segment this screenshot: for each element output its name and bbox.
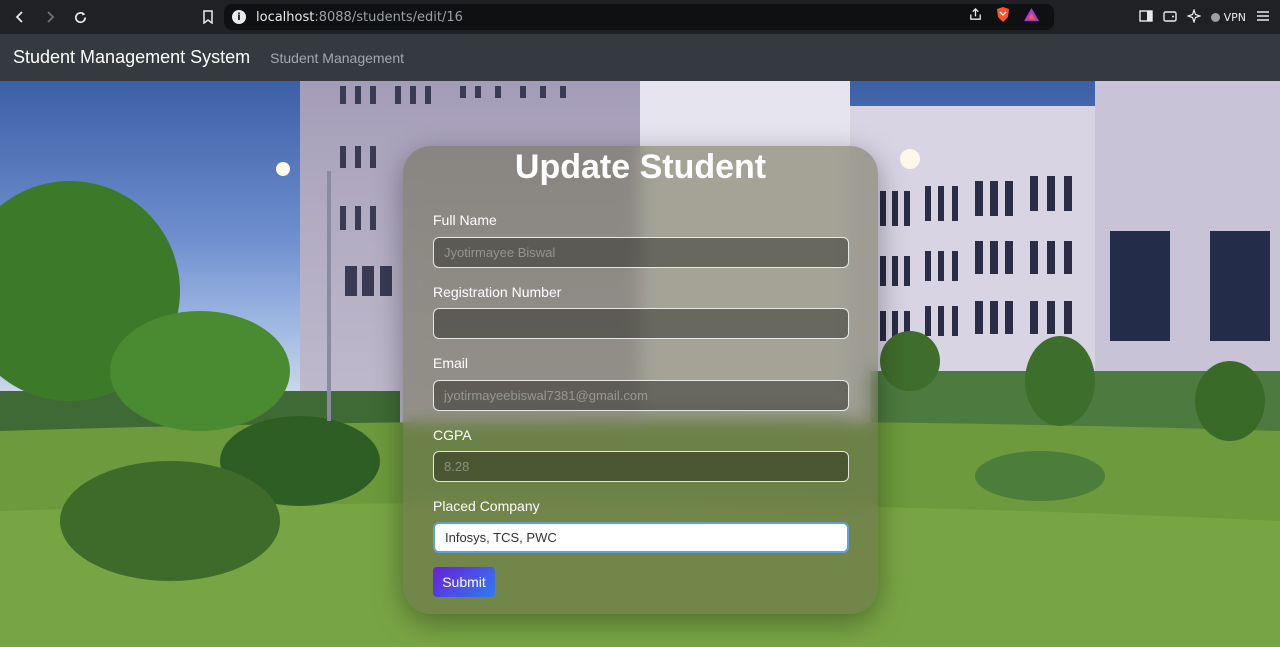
full-name-input[interactable] (433, 237, 849, 268)
app-navbar: Student Management System Student Manage… (0, 34, 1280, 81)
site-info-icon[interactable]: i (232, 10, 246, 24)
email-label: Email (433, 355, 469, 371)
navbar-brand[interactable]: Student Management System (13, 47, 250, 68)
menu-icon[interactable] (1256, 10, 1270, 25)
browser-toolbar: i localhost:8088/students/edit/16 VPN (0, 0, 1280, 34)
placed-company-input[interactable] (433, 522, 849, 553)
address-bar[interactable]: i localhost:8088/students/edit/16 (224, 4, 1054, 30)
forward-icon[interactable] (38, 5, 62, 29)
sidebar-icon[interactable] (1138, 9, 1153, 25)
leo-ai-icon[interactable] (1185, 7, 1202, 26)
full-name-label: Full Name (433, 212, 497, 228)
brave-rewards-icon[interactable] (1023, 7, 1040, 27)
share-icon[interactable] (968, 7, 983, 27)
vpn-label: VPN (1223, 10, 1246, 24)
wallet-icon[interactable] (1162, 10, 1177, 25)
submit-button[interactable]: Submit (433, 567, 495, 597)
email-input[interactable] (433, 380, 849, 411)
registration-number-label: Registration Number (433, 284, 562, 300)
placed-company-label: Placed Company (433, 498, 540, 514)
update-student-card: Update Student Full Name Registration Nu… (403, 146, 878, 614)
nav-link-student-management[interactable]: Student Management (270, 50, 404, 66)
url-text: localhost:8088/students/edit/16 (256, 9, 463, 25)
vpn-status-icon (1210, 12, 1220, 22)
cgpa-label: CGPA (433, 427, 472, 443)
reload-icon[interactable] (68, 5, 92, 29)
registration-number-input[interactable] (433, 308, 849, 339)
back-icon[interactable] (8, 5, 32, 29)
cgpa-input[interactable] (433, 451, 849, 482)
vpn-button[interactable]: VPN (1210, 10, 1246, 24)
bookmark-icon[interactable] (196, 5, 220, 29)
brave-shield-icon[interactable] (995, 6, 1011, 28)
form-title: Update Student (514, 148, 767, 186)
